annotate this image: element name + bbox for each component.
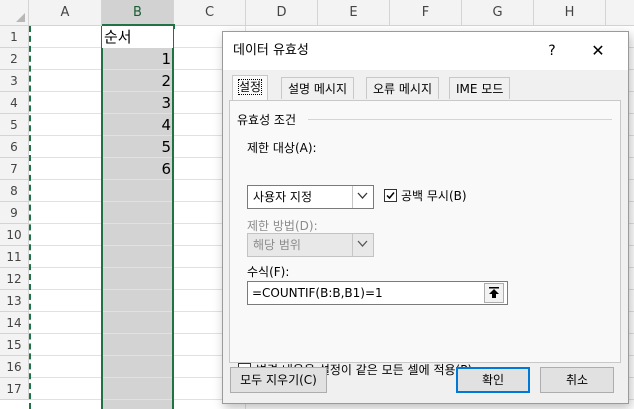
ignore-blank-checkbox[interactable]	[384, 189, 397, 202]
cell-b3[interactable]: 2	[102, 70, 171, 92]
data-dropdown: 해당 범위	[247, 233, 374, 257]
cell-b1[interactable]: 순서	[102, 26, 173, 48]
row-header-5[interactable]: 5	[0, 114, 29, 136]
row-header-12[interactable]: 12	[0, 268, 29, 290]
row-header-6[interactable]: 6	[0, 136, 29, 158]
chevron-down-icon	[352, 186, 373, 208]
tab-input-message-label: 설명 메시지	[288, 82, 348, 96]
select-all-corner[interactable]	[0, 0, 29, 26]
row-header-15[interactable]: 15	[0, 334, 29, 356]
row-header-14[interactable]: 14	[0, 312, 29, 334]
row-header-2[interactable]: 2	[0, 48, 29, 70]
tab-ime-mode-label: IME 모드	[456, 82, 504, 96]
column-header-i[interactable]	[606, 0, 634, 26]
collapse-dialog-button[interactable]	[484, 283, 504, 303]
ignore-blank-label[interactable]: 공백 무시(B)	[401, 187, 467, 204]
data-dropdown-value: 해당 범위	[253, 238, 301, 252]
tab-settings[interactable]: 설정	[232, 75, 269, 101]
column-header-c[interactable]: C	[174, 0, 246, 26]
group-divider	[308, 119, 612, 120]
cell-b2[interactable]: 1	[102, 48, 171, 70]
close-button[interactable]: ✕	[586, 40, 610, 62]
allow-dropdown[interactable]: 사용자 지정	[247, 185, 374, 209]
row-header-11[interactable]: 11	[0, 246, 29, 268]
tab-settings-label: 설정	[237, 79, 263, 95]
collapse-arrow-icon	[489, 287, 499, 298]
validation-criteria-group-title: 유효성 조건	[237, 113, 297, 127]
column-header-b[interactable]: B	[102, 0, 174, 26]
dialog-titlebar[interactable]: 데이터 유효성 ? ✕	[223, 32, 628, 70]
allow-dropdown-value: 사용자 지정	[253, 190, 313, 204]
help-button[interactable]: ?	[540, 40, 564, 62]
formula-label: 수식(F):	[247, 265, 290, 279]
data-validation-dialog: 데이터 유효성 ? ✕ 설정 설명 메시지 오류 메시지 IME 모드 유효성 …	[222, 31, 629, 404]
row-header-13[interactable]: 13	[0, 290, 29, 312]
ok-button[interactable]: 확인	[456, 367, 530, 393]
row-header-8[interactable]: 8	[0, 180, 29, 202]
row-header-17[interactable]: 17	[0, 378, 29, 400]
checkmark-icon	[386, 192, 395, 200]
allow-label: 제한 대상(A):	[247, 141, 317, 155]
copy-marquee-border	[29, 26, 31, 409]
cell-b7[interactable]: 6	[102, 158, 171, 180]
tab-input-message[interactable]: 설명 메시지	[281, 77, 355, 99]
tab-ime-mode[interactable]: IME 모드	[449, 77, 511, 99]
clear-all-button[interactable]: 모두 지우기(C)	[230, 367, 327, 393]
chevron-down-icon	[352, 234, 373, 256]
tab-error-alert[interactable]: 오류 메시지	[366, 77, 440, 99]
row-header-7[interactable]: 7	[0, 158, 29, 180]
selection-border-right	[172, 26, 174, 409]
column-header-e[interactable]: E	[318, 0, 390, 26]
row-header-3[interactable]: 3	[0, 70, 29, 92]
data-label: 제한 방법(D):	[247, 219, 318, 233]
row-header-9[interactable]: 9	[0, 202, 29, 224]
dialog-title: 데이터 유효성	[233, 43, 309, 58]
row-header-4[interactable]: 4	[0, 92, 29, 114]
formula-input[interactable]: =COUNTIF(B:B,B1)=1	[247, 281, 508, 305]
cancel-button[interactable]: 취소	[540, 367, 614, 393]
column-header-h[interactable]: H	[534, 0, 606, 26]
column-header-d[interactable]: D	[246, 0, 318, 26]
tab-error-alert-label: 오류 메시지	[373, 82, 433, 96]
formula-input-value: =COUNTIF(B:B,B1)=1	[252, 286, 383, 300]
column-header-g[interactable]: G	[462, 0, 534, 26]
cell-b5[interactable]: 4	[102, 114, 171, 136]
cell-b6[interactable]: 5	[102, 136, 171, 158]
row-header-16[interactable]: 16	[0, 356, 29, 378]
cell-b4[interactable]: 3	[102, 92, 171, 114]
row-header-1[interactable]: 1	[0, 26, 29, 48]
row-header-10[interactable]: 10	[0, 224, 29, 246]
column-header-f[interactable]: F	[390, 0, 462, 26]
column-header-a[interactable]: A	[29, 0, 102, 26]
settings-panel: 유효성 조건 제한 대상(A): 사용자 지정 공백 무시(B) 제한 방법(D…	[229, 100, 621, 377]
